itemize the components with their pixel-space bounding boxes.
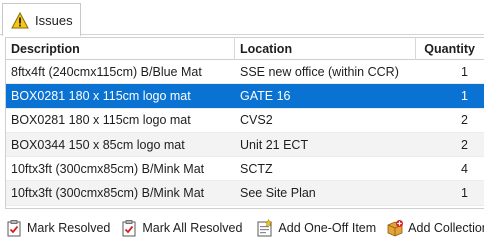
cell-description: BOX0281 180 x 115cm logo mat — [11, 113, 191, 128]
grid-body: 8ftx4ft (240cmx115cm) B/Blue Mat SSE new … — [6, 60, 484, 206]
cell-location: SSE new office (within CCR) — [240, 64, 399, 79]
cell-quantity: 4 — [461, 161, 468, 176]
tab-issues[interactable]: Issues — [2, 3, 81, 36]
add-collection-button[interactable]: Add Collection — [381, 214, 484, 242]
cell-location: CVS2 — [240, 113, 273, 128]
mark-resolved-label: Mark Resolved — [27, 221, 111, 235]
clipboard-check-icon — [122, 220, 136, 237]
clipboard-check-icon — [7, 220, 21, 237]
cell-quantity: 1 — [461, 88, 468, 103]
table-row[interactable]: 10ftx3ft (300cmx85cm) B/Mink Mat See Site… — [6, 181, 484, 206]
column-header-location[interactable]: Location — [235, 38, 416, 60]
column-header-description[interactable]: Description — [6, 38, 235, 60]
tab-strip: Issues — [0, 0, 484, 36]
grid-header: Description Location Quantity — [6, 38, 484, 60]
cell-location: GATE 16 — [240, 88, 291, 103]
table-row[interactable]: BOX0281 180 x 115cm logo mat GATE 16 1 — [6, 84, 484, 109]
cell-location: SCTZ — [240, 161, 273, 176]
add-one-off-item-button[interactable]: Add One-Off Item — [251, 214, 381, 242]
table-row[interactable]: 10ftx3ft (300cmx85cm) B/Mink Mat SCTZ 4 — [6, 157, 484, 182]
add-one-off-item-label: Add One-Off Item — [278, 221, 377, 235]
table-row[interactable]: BOX0281 180 x 115cm logo mat CVS2 2 — [6, 109, 484, 133]
column-header-quantity[interactable]: Quantity — [416, 38, 483, 60]
cell-description: 8ftx4ft (240cmx115cm) B/Blue Mat — [11, 64, 202, 79]
cell-quantity: 2 — [461, 137, 468, 152]
mark-all-resolved-button[interactable]: Mark All Resolved — [115, 214, 247, 242]
box-icon — [387, 220, 404, 237]
cell-quantity: 1 — [461, 186, 468, 201]
cell-description: BOX0344 150 x 85cm logo mat — [11, 137, 185, 152]
cell-description: 10ftx3ft (300cmx85cm) B/Mink Mat — [11, 186, 205, 201]
cell-quantity: 2 — [461, 113, 468, 128]
add-item-icon — [257, 219, 274, 237]
cell-description: 10ftx3ft (300cmx85cm) B/Mink Mat — [11, 161, 205, 176]
tab-issues-label: Issues — [35, 12, 73, 28]
mark-resolved-button[interactable]: Mark Resolved — [0, 214, 115, 242]
add-collection-label: Add Collection — [408, 221, 484, 235]
mark-all-resolved-label: Mark All Resolved — [142, 221, 243, 235]
cell-location: Unit 21 ECT — [240, 137, 309, 152]
table-row[interactable]: 8ftx4ft (240cmx115cm) B/Blue Mat SSE new … — [6, 60, 484, 85]
cell-location: See Site Plan — [240, 186, 316, 201]
issues-grid[interactable]: Description Location Quantity 8ftx4ft (2… — [5, 37, 484, 209]
warning-icon — [11, 11, 29, 28]
cell-description: BOX0281 180 x 115cm logo mat — [11, 88, 191, 103]
cell-quantity: 1 — [461, 64, 468, 79]
action-toolbar: Mark Resolved Mark All Resolved Add One-… — [0, 212, 484, 244]
table-row[interactable]: BOX0344 150 x 85cm logo mat Unit 21 ECT 2 — [6, 132, 484, 158]
